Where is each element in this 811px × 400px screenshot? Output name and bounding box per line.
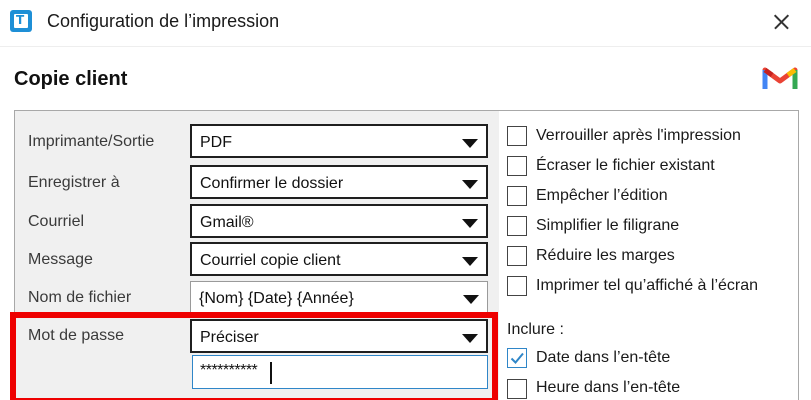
email-label: Courriel	[28, 213, 85, 230]
option-label: Écraser le fichier existant	[536, 157, 715, 174]
message-select[interactable]: Courriel copie client	[190, 242, 488, 276]
include-label: Date dans l’en-tête	[536, 349, 671, 366]
checkbox-reduce-margins[interactable]	[507, 246, 527, 266]
include-label: Heure dans l’en-tête	[536, 379, 681, 396]
app-icon-letter: T	[16, 13, 25, 27]
filename-select[interactable]: {Nom} {Date} {Année}	[190, 281, 488, 315]
email-value: Gmail®	[200, 214, 254, 231]
checkbox-overwrite-file[interactable]	[507, 156, 527, 176]
highlight-box	[10, 312, 498, 400]
printer-value: PDF	[200, 134, 232, 151]
message-label: Message	[28, 251, 93, 268]
option-label: Verrouiller après l'impression	[536, 127, 741, 144]
checkbox-time-in-header[interactable]	[507, 379, 527, 399]
save-select[interactable]: Confirmer le dossier	[190, 165, 488, 199]
checkbox-prevent-editing[interactable]	[507, 186, 527, 206]
checkbox-simplify-watermark[interactable]	[507, 216, 527, 236]
option-label: Simplifier le filigrane	[536, 217, 680, 234]
close-icon[interactable]	[765, 6, 797, 38]
chevron-down-icon	[463, 295, 479, 304]
chevron-down-icon	[462, 180, 478, 189]
option-label: Réduire les marges	[536, 247, 675, 264]
save-label: Enregistrer à	[28, 174, 120, 191]
chevron-down-icon	[462, 139, 478, 148]
message-value: Courriel copie client	[200, 252, 341, 269]
include-heading: Inclure :	[507, 321, 564, 338]
section-heading: Copie client	[14, 68, 128, 90]
app-icon: T	[10, 10, 32, 32]
checkbox-lock-after-print[interactable]	[507, 126, 527, 146]
printer-select[interactable]: PDF	[190, 124, 488, 158]
window-title: Configuration de l’impression	[47, 11, 280, 31]
checkbox-print-as-displayed[interactable]	[507, 276, 527, 296]
chevron-down-icon	[462, 219, 478, 228]
save-value: Confirmer le dossier	[200, 175, 344, 192]
option-label: Empêcher l’édition	[536, 187, 668, 204]
checkmark-icon	[510, 352, 524, 364]
divider	[0, 46, 811, 47]
email-select[interactable]: Gmail®	[190, 204, 488, 238]
title-bar: T Configuration de l’impression	[0, 0, 811, 44]
filename-label: Nom de fichier	[28, 289, 132, 306]
printer-label: Imprimante/Sortie	[28, 133, 155, 150]
filename-value: {Nom} {Date} {Année}	[199, 290, 354, 307]
chevron-down-icon	[462, 257, 478, 266]
gmail-icon	[762, 64, 798, 92]
checkbox-date-in-header[interactable]	[507, 348, 527, 368]
option-label: Imprimer tel qu’affiché à l’écran	[536, 277, 759, 294]
